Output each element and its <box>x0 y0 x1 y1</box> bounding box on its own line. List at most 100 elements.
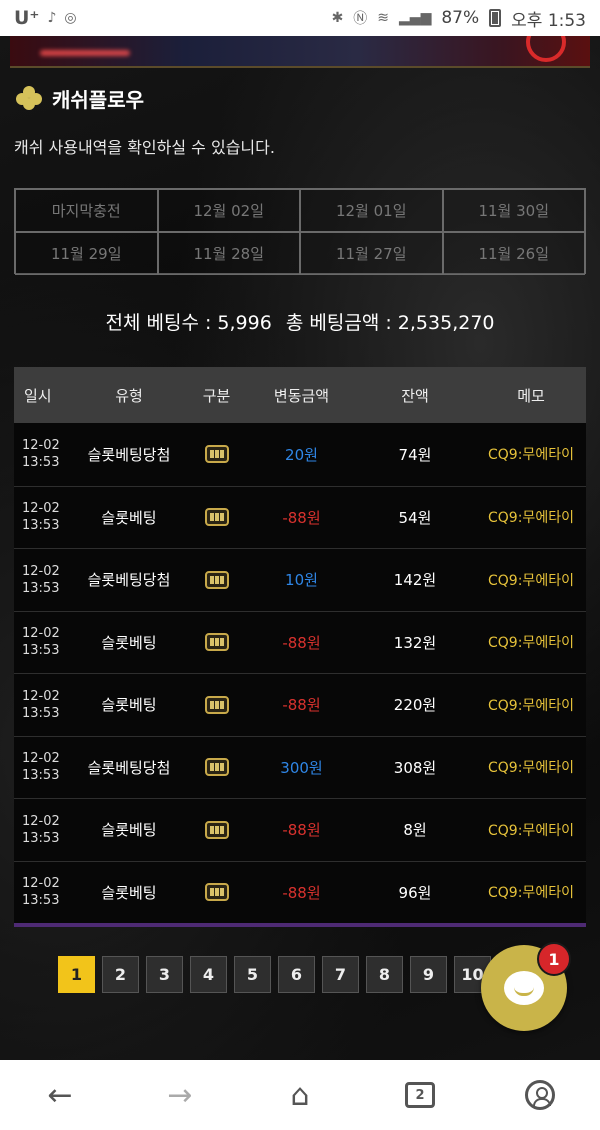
slot-machine-icon <box>204 445 229 464</box>
row-memo: CQ9:무에타이 <box>488 760 574 777</box>
table-footer-line <box>14 923 586 927</box>
page-button-9[interactable]: 9 <box>410 956 447 993</box>
page-button-5[interactable]: 5 <box>234 956 271 993</box>
profile-button[interactable] <box>510 1065 570 1125</box>
row-time: 13:53 <box>22 893 60 909</box>
table-row: 12-02 13:53 슬롯베팅당첨 300원 308원 CQ9:무에타이 <box>14 735 586 798</box>
chat-bubble-icon <box>504 971 544 1005</box>
clock: 오후 1:53 <box>511 10 586 31</box>
date-filter-button[interactable]: 11월 27일 <box>300 232 443 275</box>
row-balance: 132원 <box>393 633 437 652</box>
row-type: 슬롯베팅 <box>101 508 157 527</box>
row-type: 슬롯베팅 <box>101 883 157 902</box>
row-amount: 10원 <box>285 571 318 590</box>
row-time: 13:53 <box>22 580 60 596</box>
date-filter-button[interactable]: 11월 29일 <box>15 232 158 275</box>
home-icon[interactable]: ⌂ <box>270 1065 330 1125</box>
row-time: 13:53 <box>22 455 60 471</box>
banner-circle-graphic <box>526 36 566 62</box>
row-memo: CQ9:무에타이 <box>488 510 574 527</box>
page-button-1[interactable]: 1 <box>58 956 95 993</box>
row-balance: 54원 <box>398 508 432 527</box>
row-datetime: 12-02 13:53 <box>14 750 74 784</box>
table-row: 12-02 13:53 슬롯베팅 -88원 220원 CQ9:무에타이 <box>14 673 586 736</box>
page-button-3[interactable]: 3 <box>146 956 183 993</box>
date-filter-last-charge[interactable]: 마지막충전 <box>15 189 158 232</box>
page-button-4[interactable]: 4 <box>190 956 227 993</box>
slot-machine-icon <box>204 820 229 839</box>
row-balance: 74원 <box>398 445 432 464</box>
promo-banner[interactable] <box>10 36 590 68</box>
row-date: 12-02 <box>22 813 60 829</box>
date-filter-button[interactable]: 12월 02일 <box>157 189 300 232</box>
page-content: 캐쉬플로우 캐쉬 사용내역을 확인하실 수 있습니다. 마지막충전 12월 02… <box>0 36 600 1060</box>
nfc-icon: Ⓝ <box>353 11 368 27</box>
slot-machine-icon <box>204 758 229 777</box>
wifi-icon: ≋ <box>377 10 390 26</box>
row-balance: 96원 <box>398 883 432 902</box>
row-time: 13:53 <box>22 768 60 784</box>
row-memo: CQ9:무에타이 <box>488 572 574 589</box>
tabs-button[interactable]: 2 <box>390 1065 450 1125</box>
back-arrow-icon[interactable]: ← <box>30 1065 90 1125</box>
battery-icon <box>489 9 502 27</box>
total-bet-amount: 총 베팅금액 : 2,535,270 <box>285 312 495 334</box>
page-button-6[interactable]: 6 <box>278 956 315 993</box>
pagination: 1 2 3 4 5 6 7 8 9 10 <box>58 956 491 993</box>
date-filter-button[interactable]: 11월 30일 <box>442 189 585 232</box>
row-date: 12-02 <box>22 438 60 454</box>
row-datetime: 12-02 13:53 <box>14 688 74 722</box>
table-row: 12-02 13:53 슬롯베팅당첨 10원 142원 CQ9:무에타이 <box>14 548 586 611</box>
slot-machine-icon <box>204 883 229 902</box>
header-amount: 변동금액 <box>273 386 330 405</box>
row-memo: CQ9:무에타이 <box>488 822 574 839</box>
cashflow-table: 일시 유형 구분 변동금액 잔액 메모 12-02 13:53 슬롯베팅당첨 20원 7… <box>14 367 586 927</box>
row-date: 12-02 <box>22 501 60 517</box>
date-filter-button[interactable]: 11월 28일 <box>157 232 300 275</box>
date-filter-button[interactable]: 12월 01일 <box>300 189 443 232</box>
row-category <box>184 820 249 839</box>
browser-bottom-nav: ← → ⌂ 2 <box>0 1060 600 1130</box>
row-time: 13:53 <box>22 705 60 721</box>
page-title: 캐쉬플로우 <box>52 88 144 112</box>
row-type: 슬롯베팅 <box>101 821 157 840</box>
row-datetime: 12-02 13:53 <box>14 813 74 847</box>
row-balance: 142원 <box>393 571 437 590</box>
page-button-7[interactable]: 7 <box>322 956 359 993</box>
page-button-8[interactable]: 8 <box>366 956 403 993</box>
row-balance: 220원 <box>393 696 437 715</box>
carrier-label: U⁺ <box>14 7 40 29</box>
row-datetime: 12-02 13:53 <box>14 625 74 659</box>
page-button-2[interactable]: 2 <box>102 956 139 993</box>
row-category <box>184 883 249 902</box>
row-category <box>184 570 249 589</box>
row-datetime: 12-02 13:53 <box>14 875 74 909</box>
tiktok-notification-icon: ♪ <box>47 10 57 26</box>
row-balance: 308원 <box>393 758 437 777</box>
row-time: 13:53 <box>22 643 60 659</box>
row-type: 슬롯베팅 <box>101 696 157 715</box>
row-memo: CQ9:무에타이 <box>488 697 574 714</box>
page-description: 캐쉬 사용내역을 확인하실 수 있습니다. <box>14 138 275 157</box>
tabs-icon: 2 <box>405 1082 435 1108</box>
row-time: 13:53 <box>22 518 60 534</box>
table-row: 12-02 13:53 슬롯베팅 -88원 8원 CQ9:무에타이 <box>14 798 586 861</box>
header-type: 유형 <box>115 386 143 405</box>
row-amount: -88원 <box>282 883 321 902</box>
row-date: 12-02 <box>22 563 60 579</box>
row-date: 12-02 <box>22 626 60 642</box>
row-date: 12-02 <box>22 688 60 704</box>
row-category <box>184 508 249 527</box>
table-row: 12-02 13:53 슬롯베팅당첨 20원 74원 CQ9:무에타이 <box>14 423 586 486</box>
date-filter-button[interactable]: 11월 26일 <box>442 232 585 275</box>
row-category <box>184 633 249 652</box>
row-memo: CQ9:무에타이 <box>488 635 574 652</box>
row-amount: -88원 <box>282 508 321 527</box>
row-category <box>184 445 249 464</box>
row-datetime: 12-02 13:53 <box>14 437 74 471</box>
row-type: 슬롯베팅당첨 <box>87 758 171 777</box>
row-type: 슬롯베팅당첨 <box>87 571 171 590</box>
row-amount: 300원 <box>280 758 323 777</box>
forward-arrow-icon[interactable]: → <box>150 1065 210 1125</box>
row-amount: -88원 <box>282 633 321 652</box>
